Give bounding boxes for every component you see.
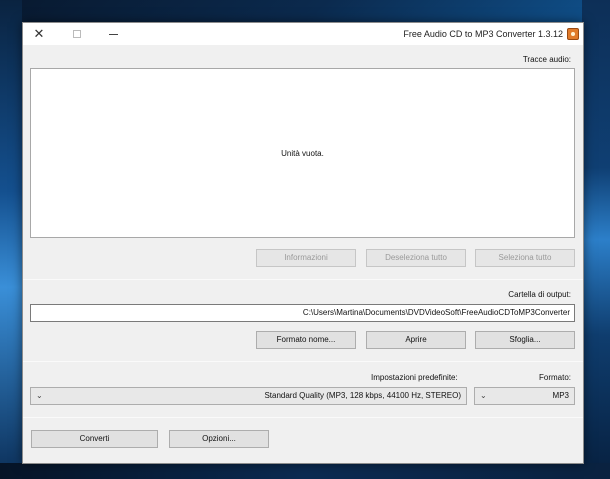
tracks-empty-message: Unità vuota. (281, 149, 324, 158)
tracks-label: Tracce audio: (522, 55, 571, 64)
separator (23, 361, 583, 362)
format-label: Formato: (538, 373, 571, 382)
format-select-value: MP3 (552, 391, 569, 400)
maximize-icon (73, 30, 81, 39)
format-select[interactable]: ⌄ MP3 (474, 387, 575, 405)
app-window: ✕ Free Audio CD to MP3 Converter 1.3.12 … (22, 22, 584, 464)
chevron-down-icon: ⌄ (36, 391, 43, 400)
window-title: Free Audio CD to MP3 Converter 1.3.12 (403, 29, 563, 39)
chevron-down-icon: ⌄ (480, 391, 487, 400)
options-button[interactable]: Opzioni... (169, 430, 269, 448)
app-icon (567, 28, 579, 40)
output-path-input[interactable]: C:\Users\Martina\Documents\DVDVideoSoft\… (30, 304, 575, 322)
select-all-button[interactable]: Seleziona tutto (475, 249, 575, 267)
open-button[interactable]: Aprire (366, 331, 466, 349)
title-bar: ✕ Free Audio CD to MP3 Converter 1.3.12 (23, 23, 583, 45)
browse-button[interactable]: Sfoglia... (475, 331, 575, 349)
preset-select[interactable]: ⌄ Standard Quality (MP3, 128 kbps, 44100… (30, 387, 467, 405)
minimize-button[interactable] (105, 26, 121, 42)
desktop-background-bottom (0, 463, 610, 479)
info-button[interactable]: Informazioni (256, 249, 356, 267)
deselect-all-button[interactable]: Deseleziona tutto (366, 249, 466, 267)
name-format-button[interactable]: Formato nome... (256, 331, 356, 349)
preset-select-value: Standard Quality (MP3, 128 kbps, 44100 H… (264, 391, 461, 400)
maximize-button[interactable] (69, 26, 85, 42)
convert-button[interactable]: Converti (31, 430, 158, 448)
minimize-icon (108, 33, 118, 35)
output-folder-label: Cartella di output: (508, 290, 571, 299)
preset-label: Impostazioni predefinite: (371, 373, 458, 382)
separator (23, 417, 583, 418)
separator (23, 279, 583, 280)
close-button[interactable]: ✕ (31, 26, 47, 42)
desktop-background-right (582, 0, 610, 479)
tracks-list[interactable]: Unità vuota. (30, 68, 575, 238)
desktop-background-left (0, 0, 22, 479)
